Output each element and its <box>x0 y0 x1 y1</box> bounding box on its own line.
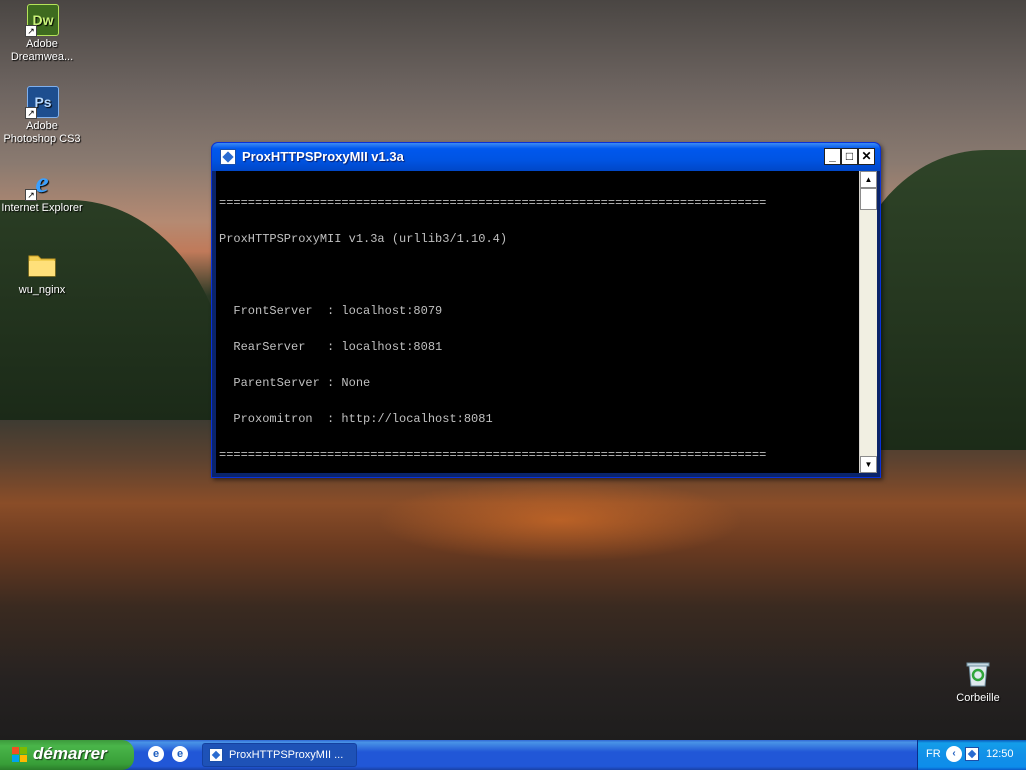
quicklaunch-outlook-icon[interactable]: e <box>148 746 164 762</box>
language-indicator[interactable]: FR <box>926 748 941 760</box>
scroll-up-button[interactable]: ▲ <box>860 171 877 188</box>
taskbar-item-label: ProxHTTPSProxyMII ... <box>229 749 344 761</box>
shortcut-arrow-icon: ↗ <box>25 107 37 119</box>
folder-icon <box>28 255 56 277</box>
desktop-icon-label: Adobe Dreamwea... <box>10 38 74 63</box>
taskbar-item-proxhttpsproxy[interactable]: ProxHTTPSProxyMII ... <box>202 743 357 767</box>
console-line: Proxomitron : http://localhost:8081 <box>219 412 493 426</box>
console-window[interactable]: ProxHTTPSProxyMII v1.3a _ □ ✕ ==========… <box>211 142 881 478</box>
shortcut-arrow-icon: ↗ <box>25 25 37 37</box>
desktop-icon-label: Corbeille <box>956 692 1000 704</box>
recycle-bin-icon <box>966 662 990 687</box>
desktop-icon-label: Internet Explorer <box>1 202 83 214</box>
clock[interactable]: 12:50 <box>986 748 1014 760</box>
vertical-scrollbar[interactable]: ▲ ▼ <box>859 171 877 473</box>
tray-app-icon[interactable] <box>965 747 979 761</box>
wallpaper-hill-left <box>0 200 230 420</box>
shortcut-arrow-icon: ↗ <box>25 189 37 201</box>
desktop-icon-photoshop[interactable]: Ps ↗ Adobe Photoshop CS3 <box>0 86 84 146</box>
show-hidden-icons-button[interactable]: ‹ <box>946 746 962 762</box>
minimize-button[interactable]: _ <box>824 148 841 165</box>
quicklaunch-internet-explorer-icon[interactable]: e <box>172 746 188 762</box>
start-button[interactable]: démarrer <box>0 740 134 770</box>
app-icon[interactable] <box>220 149 236 165</box>
console-line: FrontServer : localhost:8079 <box>219 304 443 318</box>
desktop: Dw ↗ Adobe Dreamwea... Ps ↗ Adobe Photos… <box>0 0 1026 740</box>
console-line: ParentServer : None <box>219 376 371 390</box>
desktop-icon-internet-explorer[interactable]: e ↗ Internet Explorer <box>0 168 84 215</box>
system-tray: FR ‹ 12:50 <box>917 740 1026 770</box>
console-line: RearServer : localhost:8081 <box>219 340 443 354</box>
close-button[interactable]: ✕ <box>858 148 875 165</box>
console-line: ProxHTTPSProxyMII v1.3a (urllib3/1.10.4) <box>219 232 508 246</box>
scroll-thumb[interactable] <box>860 188 877 210</box>
taskbar: démarrer e e ProxHTTPSProxyMII ... FR ‹ … <box>0 740 1026 770</box>
start-label: démarrer <box>33 744 107 763</box>
console-line: ========================================… <box>219 448 767 462</box>
console-line: ========================================… <box>219 196 767 210</box>
windows-logo-icon <box>12 747 28 763</box>
desktop-icon-label: wu_nginx <box>18 284 66 296</box>
window-title: ProxHTTPSProxyMII v1.3a <box>242 149 404 164</box>
desktop-icon-recycle-bin[interactable]: Corbeille <box>936 658 1020 705</box>
desktop-icon-dreamweaver[interactable]: Dw ↗ Adobe Dreamwea... <box>0 4 84 64</box>
scroll-down-button[interactable]: ▼ <box>860 456 877 473</box>
console-output[interactable]: ========================================… <box>216 171 859 473</box>
desktop-icon-label: Adobe Photoshop CS3 <box>3 120 81 145</box>
app-icon <box>209 748 223 762</box>
maximize-button[interactable]: □ <box>841 148 858 165</box>
window-titlebar[interactable]: ProxHTTPSProxyMII v1.3a _ □ ✕ <box>212 143 880 171</box>
desktop-icon-wu-nginx[interactable]: wu_nginx <box>0 250 84 297</box>
